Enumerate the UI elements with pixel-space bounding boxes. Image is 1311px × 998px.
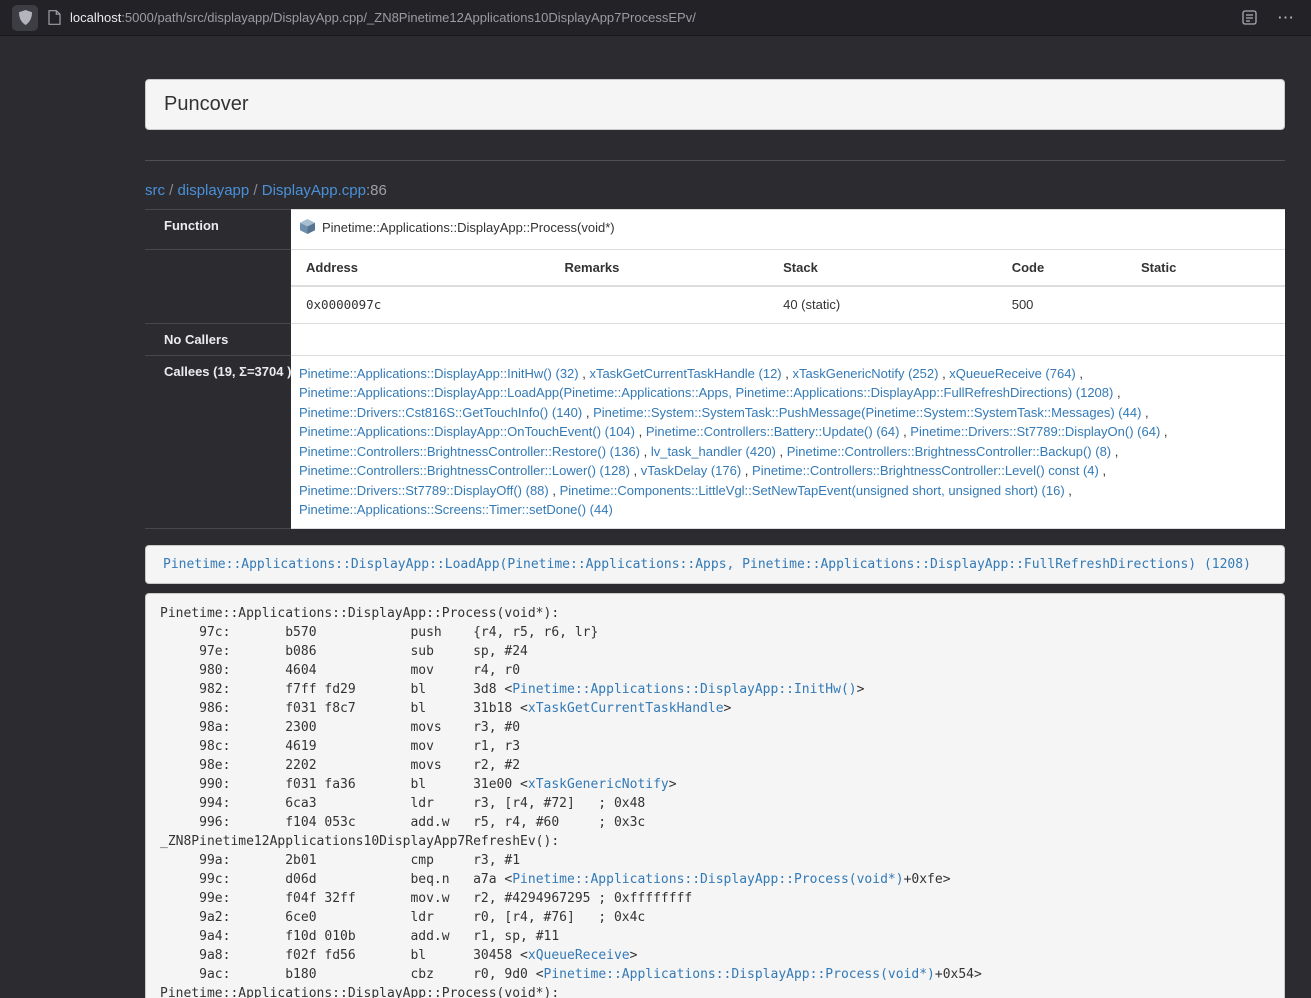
stats-table: AddressRemarksStackCodeStatic 0x0000097c…	[291, 250, 1285, 323]
stats-col-header: Static	[1126, 250, 1285, 287]
breadcrumb-separator: /	[249, 182, 262, 199]
stats-col-header: Code	[997, 250, 1126, 287]
url-text: localhost:5000/path/src/displayapp/Displ…	[70, 10, 696, 25]
function-name: Pinetime::Applications::DisplayApp::Proc…	[322, 220, 615, 235]
stats-col-header: Remarks	[549, 250, 768, 287]
no-callers-row: No Callers	[145, 323, 1285, 355]
symbol-panel: Pinetime::Applications::DisplayApp::Load…	[145, 545, 1285, 584]
browser-topbar: localhost:5000/path/src/displayapp/Displ…	[0, 0, 1311, 36]
reader-view-icon[interactable]	[1242, 10, 1257, 25]
code-symbol-link[interactable]: Pinetime::Applications::DisplayApp::Init…	[512, 682, 856, 697]
callee-link[interactable]: xTaskGetCurrentTaskHandle (12)	[589, 366, 781, 381]
stats-value	[549, 286, 768, 323]
stats-row-label-empty	[145, 249, 291, 323]
breadcrumb: src / displayapp / DisplayApp.cpp:86	[145, 182, 1285, 199]
breadcrumb-separator: /	[165, 182, 178, 199]
callee-link[interactable]: vTaskDelay (176)	[641, 463, 741, 478]
function-table: Function Pinetime::Applications::Display…	[145, 209, 1285, 529]
divider	[145, 160, 1285, 161]
callee-link[interactable]: Pinetime::Applications::DisplayApp::Load…	[299, 385, 1113, 400]
url-host: localhost	[70, 10, 121, 25]
breadcrumb-link[interactable]: displayapp	[178, 182, 250, 199]
stats-value	[1126, 286, 1285, 323]
callee-link[interactable]: Pinetime::Applications::Screens::Timer::…	[299, 502, 613, 517]
url-bar[interactable]: localhost:5000/path/src/displayapp/Displ…	[48, 10, 1232, 25]
callee-link[interactable]: Pinetime::Drivers::St7789::DisplayOn() (…	[910, 424, 1160, 439]
callee-link[interactable]: Pinetime::Applications::DisplayApp::Init…	[299, 366, 579, 381]
callee-link[interactable]: Pinetime::Components::LittleVgl::SetNewT…	[560, 483, 1065, 498]
stats-header-row: AddressRemarksStackCodeStatic	[291, 250, 1285, 287]
stats-value-row: 0x0000097c 40 (static)500	[291, 286, 1285, 323]
callees-row: Callees (19, Σ=3704 ) Pinetime::Applicat…	[145, 355, 1285, 528]
line-number: :86	[366, 182, 387, 199]
shield-glyph	[19, 10, 32, 25]
code-symbol-link[interactable]: xQueueReceive	[528, 948, 630, 963]
breadcrumb-link[interactable]: DisplayApp.cpp	[262, 182, 366, 199]
callees-label: Callees (19, Σ=3704 )	[145, 355, 291, 528]
code-symbol-link[interactable]: Pinetime::Applications::DisplayApp::Proc…	[544, 967, 935, 982]
code-symbol-link[interactable]: xTaskGenericNotify	[528, 777, 669, 792]
stats-cell: AddressRemarksStackCodeStatic 0x0000097c…	[291, 249, 1285, 323]
function-label: Function	[145, 210, 291, 250]
stats-col-header: Address	[291, 250, 549, 287]
shield-icon[interactable]	[12, 5, 38, 31]
callee-link[interactable]: Pinetime::Controllers::BrightnessControl…	[299, 444, 640, 459]
page-info-icon	[48, 10, 61, 25]
code-symbol-link[interactable]: xTaskGetCurrentTaskHandle	[528, 701, 724, 716]
code-block: Pinetime::Applications::DisplayApp::Proc…	[145, 593, 1285, 998]
breadcrumb-link[interactable]: src	[145, 182, 165, 199]
callee-link[interactable]: xTaskGenericNotify (252)	[793, 366, 939, 381]
callee-link[interactable]: Pinetime::Controllers::BrightnessControl…	[299, 463, 630, 478]
stats-row-container: AddressRemarksStackCodeStatic 0x0000097c…	[145, 249, 1285, 323]
callee-link[interactable]: Pinetime::Controllers::BrightnessControl…	[752, 463, 1099, 478]
callee-link[interactable]: Pinetime::Controllers::BrightnessControl…	[787, 444, 1111, 459]
callee-link[interactable]: xQueueReceive (764)	[949, 366, 1075, 381]
url-path: :5000/path/src/displayapp/DisplayApp.cpp…	[121, 10, 696, 25]
stats-value: 0x0000097c	[291, 286, 549, 323]
page-container: Puncover src / displayapp / DisplayApp.c…	[145, 79, 1285, 998]
callee-link[interactable]: lv_task_handler (420)	[651, 444, 776, 459]
callee-link[interactable]: Pinetime::Applications::DisplayApp::OnTo…	[299, 424, 635, 439]
callee-link[interactable]: Pinetime::Drivers::St7789::DisplayOff() …	[299, 483, 549, 498]
topbar-actions: ⋯	[1242, 9, 1295, 26]
no-callers-label: No Callers	[145, 323, 291, 355]
callee-link[interactable]: Pinetime::System::SystemTask::PushMessag…	[593, 405, 1141, 420]
page-title: Puncover	[164, 93, 249, 115]
no-callers-cell	[291, 323, 1285, 355]
app-title-panel: Puncover	[145, 79, 1285, 130]
callee-link[interactable]: Pinetime::Drivers::Cst816S::GetTouchInfo…	[299, 405, 582, 420]
function-row: Function Pinetime::Applications::Display…	[145, 210, 1285, 250]
stats-col-header: Stack	[768, 250, 997, 287]
callee-link[interactable]: Pinetime::Controllers::Battery::Update()…	[646, 424, 900, 439]
stats-value: 40 (static)	[768, 286, 997, 323]
symbol-type-icon	[299, 218, 316, 241]
stats-value: 500	[997, 286, 1126, 323]
symbol-link[interactable]: Pinetime::Applications::DisplayApp::Load…	[163, 557, 1251, 572]
callees-cell: Pinetime::Applications::DisplayApp::Init…	[291, 355, 1285, 528]
overflow-menu-icon[interactable]: ⋯	[1277, 9, 1295, 26]
function-name-cell: Pinetime::Applications::DisplayApp::Proc…	[291, 210, 1285, 250]
code-symbol-link[interactable]: Pinetime::Applications::DisplayApp::Proc…	[512, 872, 903, 887]
